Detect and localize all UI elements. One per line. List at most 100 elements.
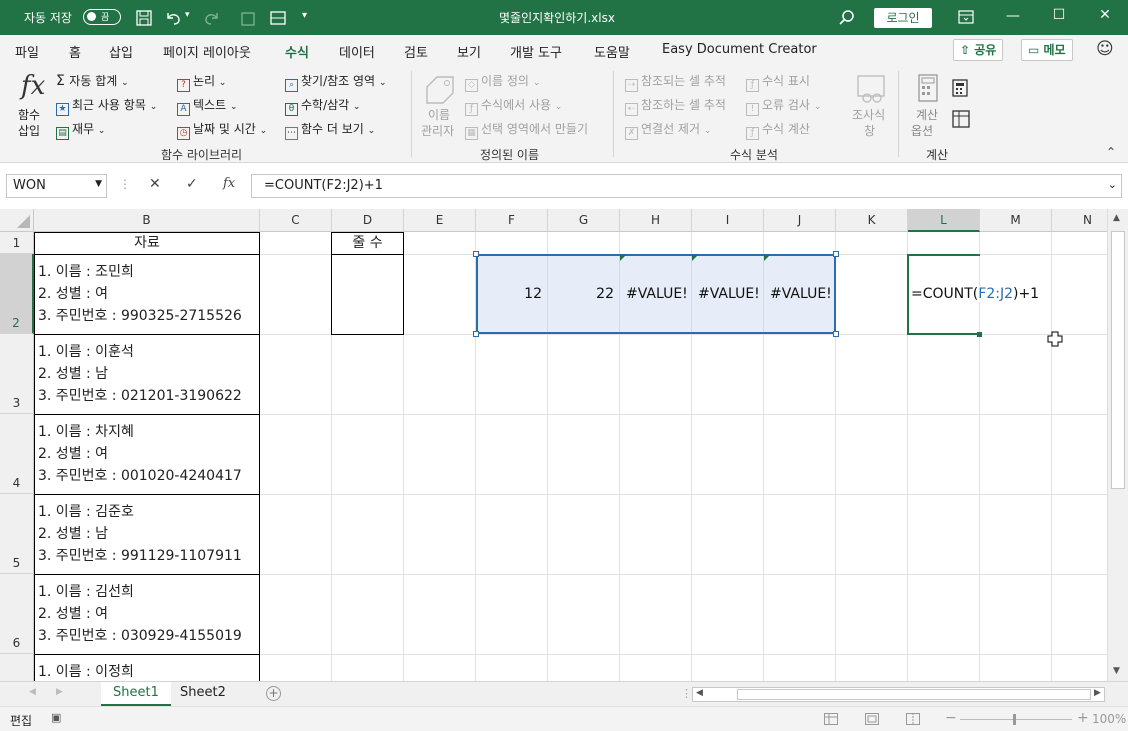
new-file-icon[interactable] xyxy=(240,10,256,26)
insert-function-label-1[interactable]: 함수 xyxy=(18,106,40,123)
cell-b6[interactable]: 1. 이름 : 김선희 2. 성별 : 여 3. 주민번호 : 030929-4… xyxy=(34,574,260,655)
error-indicator-icon[interactable] xyxy=(692,255,699,262)
trace-dependents-button[interactable]: ⇠ 참조하는 셀 추적 xyxy=(625,96,726,116)
next-sheet-icon[interactable]: ▶ xyxy=(56,687,63,697)
create-from-selection-button[interactable]: ▦ 선택 영역에서 만들기 xyxy=(465,120,588,140)
sheet-tab-sheet1[interactable]: Sheet1 xyxy=(101,682,171,706)
autosum-button[interactable]: Σ 자동 합계 ⌄ xyxy=(56,72,129,89)
column-header-h[interactable]: H xyxy=(620,209,692,232)
cell-d1[interactable]: 줄 수 xyxy=(331,232,404,255)
close-button[interactable]: ✕ xyxy=(1082,7,1128,23)
collapse-ribbon-icon[interactable]: ⌃ xyxy=(1106,145,1116,159)
zoom-level[interactable]: 100% xyxy=(1092,712,1126,726)
column-header-d[interactable]: D xyxy=(332,209,404,232)
scroll-left-icon[interactable]: ◀ xyxy=(696,688,703,698)
error-indicator-icon[interactable] xyxy=(764,255,771,262)
add-sheet-button[interactable]: + xyxy=(266,686,281,701)
share-button[interactable]: ⇧ 공유 xyxy=(953,39,1004,61)
vertical-scrollbar[interactable]: ▲ ▼ xyxy=(1107,209,1128,681)
column-header-j[interactable]: J xyxy=(764,209,836,232)
use-in-formula-button[interactable]: ƒ 수식에서 사용 ⌄ xyxy=(465,96,562,116)
macro-record-icon[interactable]: ▣ xyxy=(51,711,61,724)
row-header-2[interactable]: 2 xyxy=(0,254,34,334)
text-button[interactable]: A 텍스트 ⌄ xyxy=(177,96,238,116)
tab-split-handle[interactable]: ⋮ xyxy=(681,687,692,700)
column-header-i[interactable]: I xyxy=(692,209,764,232)
prev-sheet-icon[interactable]: ◀ xyxy=(29,687,36,697)
row-header-1[interactable]: 1 xyxy=(0,232,34,254)
watch-window-label-1[interactable]: 조사식 xyxy=(852,106,885,123)
column-header-k[interactable]: K xyxy=(836,209,908,232)
math-button[interactable]: θ 수학/삼각 ⌄ xyxy=(285,96,361,116)
tab-home[interactable]: 홈 xyxy=(69,42,81,61)
scroll-right-icon[interactable]: ▶ xyxy=(1094,688,1101,698)
recent-functions-button[interactable]: ★ 최근 사용 항목 ⌄ xyxy=(56,96,157,116)
define-name-button[interactable]: ◇ 이름 정의 ⌄ xyxy=(465,72,540,92)
zoom-in-icon[interactable]: + xyxy=(1077,710,1089,726)
tab-formulas[interactable]: 수식 xyxy=(285,42,309,68)
normal-view-icon[interactable] xyxy=(824,713,838,725)
enter-formula-icon[interactable]: ✓ xyxy=(186,176,198,192)
column-header-g[interactable]: G xyxy=(548,209,620,232)
cell-l2-editor[interactable]: =COUNT(F2:J2)+1 xyxy=(911,286,1046,302)
calculation-options-icon[interactable] xyxy=(917,73,939,103)
expand-formula-icon[interactable]: ⌄ xyxy=(1108,178,1117,191)
column-header-m[interactable]: M xyxy=(980,209,1052,232)
horizontal-scrollbar[interactable]: ◀ ▶ xyxy=(692,687,1105,702)
redo-icon[interactable] xyxy=(203,10,221,26)
worksheet-grid[interactable]: B C D E F G H I J K L M N 1 2 3 4 5 6 7 … xyxy=(0,209,1107,681)
column-header-b[interactable]: B xyxy=(34,209,260,232)
tab-help[interactable]: 도움말 xyxy=(594,42,630,61)
zoom-out-icon[interactable]: − xyxy=(945,710,957,726)
range-handle[interactable] xyxy=(833,331,839,337)
trace-precedents-button[interactable]: ⇢ 참조되는 셀 추적 xyxy=(625,72,726,92)
column-header-n[interactable]: N xyxy=(1052,209,1107,232)
cell-f2[interactable]: 12 xyxy=(476,286,548,302)
tab-review[interactable]: 검토 xyxy=(404,42,428,61)
column-header-c[interactable]: C xyxy=(260,209,332,232)
minimize-button[interactable]: — xyxy=(990,8,1036,24)
insert-function-label-2[interactable]: 삽입 xyxy=(18,122,40,139)
cancel-formula-icon[interactable]: ✕ xyxy=(149,176,161,192)
drag-handle-icon[interactable]: ⋮ xyxy=(119,177,131,191)
calculate-sheet-icon[interactable] xyxy=(952,110,970,128)
tab-data[interactable]: 데이터 xyxy=(339,42,375,61)
feedback-smiley-icon[interactable]: ☺ xyxy=(1096,39,1114,59)
calculate-now-icon[interactable] xyxy=(952,79,968,97)
column-header-e[interactable]: E xyxy=(404,209,476,232)
name-box[interactable]: WON ▼ xyxy=(6,174,107,198)
tab-page-layout[interactable]: 페이지 레이아웃 xyxy=(163,42,251,61)
insert-function-fx-icon[interactable]: fx xyxy=(223,176,235,191)
evaluate-formula-button[interactable]: ƒ 수식 계산 xyxy=(746,120,810,140)
tab-developer[interactable]: 개발 도구 xyxy=(510,42,562,61)
chevron-down-icon[interactable]: ▼ xyxy=(95,179,102,189)
search-icon[interactable] xyxy=(838,9,855,26)
login-button[interactable]: 로그인 xyxy=(874,8,932,28)
save-icon[interactable] xyxy=(136,10,152,26)
cell-b2[interactable]: 1. 이름 : 조민희 2. 성별 : 여 3. 주민번호 : 990325-2… xyxy=(34,254,260,335)
scroll-down-icon[interactable]: ▼ xyxy=(1113,666,1120,676)
ribbon-display-icon[interactable] xyxy=(958,10,974,24)
cell-b1[interactable]: 자료 xyxy=(34,232,260,255)
tab-view[interactable]: 보기 xyxy=(457,42,481,61)
scroll-thumb[interactable] xyxy=(1111,231,1125,489)
sheet-tab-sheet2[interactable]: Sheet2 xyxy=(168,682,238,706)
row-header-5[interactable]: 5 xyxy=(0,494,34,574)
select-all-corner[interactable] xyxy=(0,209,34,232)
range-handle[interactable] xyxy=(473,251,479,257)
show-formulas-button[interactable]: ƒ 수식 표시 xyxy=(746,72,810,92)
lookup-button[interactable]: ⌕ 찾기/참조 영역 ⌄ xyxy=(285,72,386,92)
page-break-view-icon[interactable] xyxy=(906,713,920,725)
logical-button[interactable]: ? 논리 ⌄ xyxy=(177,72,226,92)
more-functions-button[interactable]: ⋯ 함수 더 보기 ⌄ xyxy=(285,120,375,140)
name-manager-label-1[interactable]: 이름 xyxy=(428,106,450,123)
column-header-l[interactable]: L xyxy=(908,209,980,232)
undo-icon[interactable] xyxy=(164,10,182,26)
tab-file[interactable]: 파일 xyxy=(15,42,39,61)
column-header-f[interactable]: F xyxy=(476,209,548,232)
datetime-button[interactable]: ◷ 날짜 및 시간 ⌄ xyxy=(177,120,267,140)
financial-button[interactable]: ▤ 재무 ⌄ xyxy=(56,120,105,140)
scroll-up-icon[interactable]: ▲ xyxy=(1113,213,1120,223)
range-handle[interactable] xyxy=(473,331,479,337)
cell-i2[interactable]: #VALUE! xyxy=(698,286,760,302)
